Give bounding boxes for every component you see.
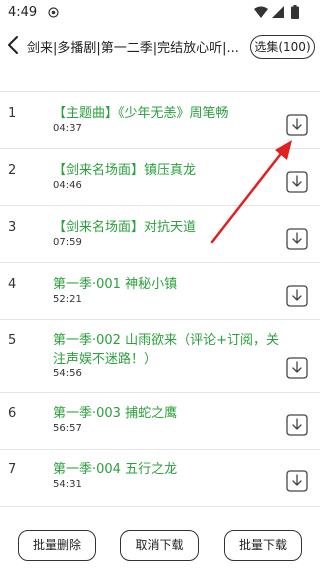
episode-title: 第一季·003 捕蛇之鹰	[53, 406, 178, 421]
episode-row[interactable]: 6 第一季·003 捕蛇之鹰 56:57	[0, 393, 320, 450]
episode-row[interactable]: 7 第一季·004 五行之龙 54:31	[0, 450, 320, 507]
download-icon[interactable]	[286, 357, 308, 379]
status-time: 4:49	[8, 5, 38, 20]
page-title: 剑来|多播剧|第一二季|完结放心听|...	[27, 41, 239, 56]
battery-icon	[291, 5, 299, 19]
episode-duration: 04:37	[53, 123, 82, 134]
episode-title: 第一季·001 神秘小镇	[53, 277, 178, 292]
download-icon[interactable]	[286, 228, 308, 250]
episode-duration: 04:46	[53, 180, 82, 191]
episode-row[interactable]: 2 【剑来名场面】镇压真龙 04:46	[0, 149, 320, 206]
cancel-download-button[interactable]: 取消下载	[120, 530, 199, 561]
top-app-bar: 剑来|多播剧|第一二季|完结放心听|... 选集(100)	[0, 26, 320, 66]
episode-index: 4	[8, 277, 17, 292]
bottom-action-bar: 批量删除 取消下载 批量下载	[0, 522, 320, 569]
episode-title: 第一季·002 山雨欲来（评论+订阅，关注声娱不迷路！）	[53, 333, 279, 367]
episode-index: 5	[8, 333, 17, 348]
wifi-icon	[254, 6, 268, 18]
episode-duration: 54:31	[53, 479, 82, 490]
episode-index: 3	[8, 220, 17, 235]
signal-icon	[272, 6, 284, 18]
episode-title: 【剑来名场面】对抗天道	[53, 220, 197, 235]
row-divider	[0, 506, 320, 507]
episode-title: 【主题曲】《少年无恙》周笔畅	[53, 106, 229, 121]
select-episodes-button[interactable]: 选集(100)	[250, 35, 315, 59]
episode-row[interactable]: 3 【剑来名场面】对抗天道 07:59	[0, 206, 320, 263]
episode-index: 2	[8, 163, 17, 178]
episode-index: 6	[8, 406, 17, 421]
episode-index: 7	[8, 462, 17, 477]
download-icon[interactable]	[286, 171, 308, 193]
download-icon[interactable]	[286, 114, 308, 136]
episode-index: 1	[8, 106, 17, 121]
episode-duration: 54:56	[53, 368, 82, 379]
episode-duration: 52:21	[53, 294, 82, 305]
download-icon[interactable]	[286, 285, 308, 307]
episode-row[interactable]: 4 第一季·001 神秘小镇 52:21	[0, 263, 320, 320]
episode-duration: 07:59	[53, 237, 82, 248]
batch-download-button[interactable]: 批量下载	[224, 530, 302, 561]
chevron-left-icon[interactable]	[6, 34, 20, 56]
episode-title: 【剑来名场面】镇压真龙	[53, 163, 197, 178]
batch-delete-button[interactable]: 批量删除	[18, 530, 96, 561]
episode-title: 第一季·004 五行之龙	[53, 462, 178, 477]
status-bar: 4:49	[0, 0, 320, 26]
episode-row[interactable]: 5 第一季·002 山雨欲来（评论+订阅，关注声娱不迷路！） 54:56	[0, 320, 320, 393]
episode-duration: 56:57	[53, 423, 82, 434]
notification-icon	[48, 7, 59, 18]
download-icon[interactable]	[286, 414, 308, 436]
episode-row[interactable]: 1 【主题曲】《少年无恙》周笔畅 04:37	[0, 92, 320, 149]
download-icon[interactable]	[286, 470, 308, 492]
